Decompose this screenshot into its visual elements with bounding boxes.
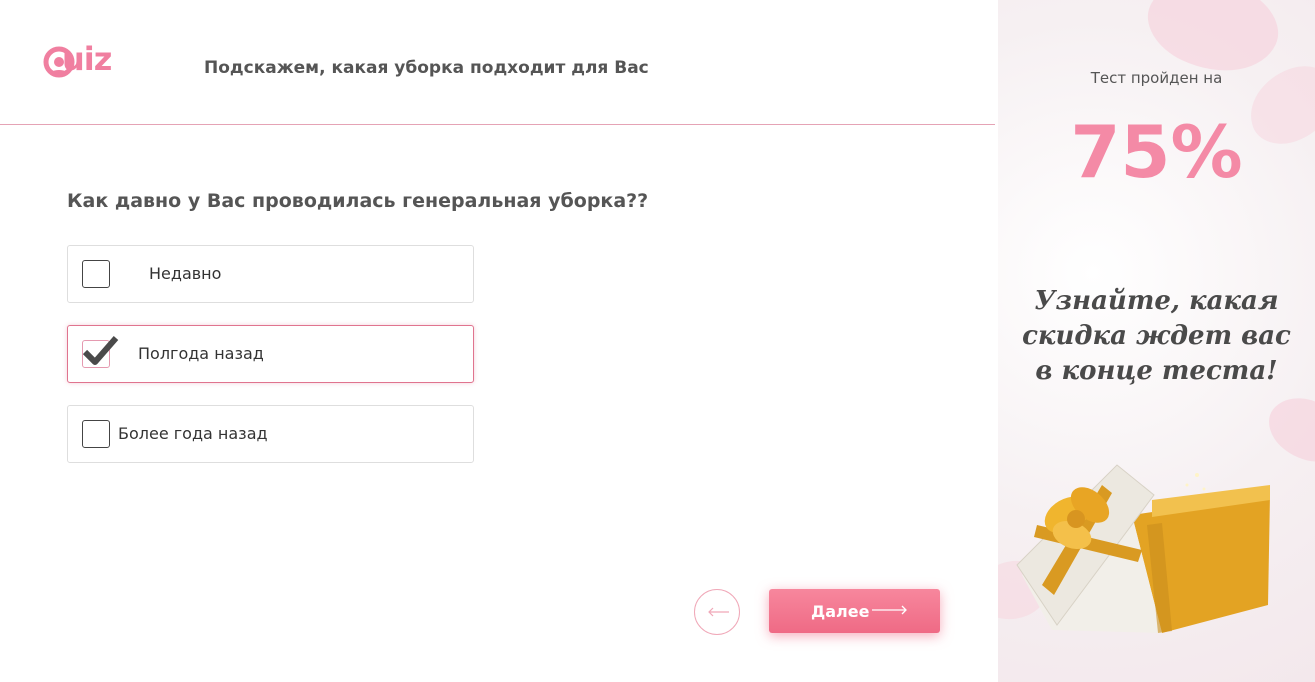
- next-button[interactable]: Далее: [769, 589, 940, 633]
- promo-line: в конце теста!: [1035, 356, 1278, 386]
- progress-label: Тест пройден на: [1090, 69, 1223, 87]
- question-text: Как давно у Вас проводилась генеральная …: [67, 190, 649, 212]
- gift-box-icon: [1016, 464, 1270, 633]
- back-button[interactable]: [694, 589, 740, 635]
- option-checkbox[interactable]: [82, 260, 110, 288]
- page-title: Подскажем, какая уборка подходит для Вас: [204, 58, 649, 78]
- quiz-main-panel: uiz Подскажем, какая уборка подходит для…: [0, 0, 998, 682]
- next-button-label: Далее: [811, 602, 870, 621]
- quiz-logo: uiz: [42, 40, 134, 86]
- option-half-year[interactable]: Полгода назад: [67, 325, 474, 383]
- option-label: Более года назад: [118, 424, 268, 443]
- promo-line: Узнайте, какая: [1034, 286, 1279, 316]
- header-divider: [0, 124, 995, 125]
- option-label: Недавно: [149, 264, 222, 283]
- option-over-year[interactable]: Более года назад: [67, 405, 474, 463]
- checkmark-icon: [82, 336, 119, 365]
- logo-text: uiz: [62, 40, 112, 78]
- promo-line: скидка ждет вас: [1022, 321, 1291, 351]
- option-label: Полгода назад: [138, 344, 264, 363]
- arrow-right-icon: [872, 605, 907, 615]
- arrow-left-icon: [708, 607, 729, 617]
- option-checkbox[interactable]: [82, 420, 110, 448]
- progress-value: 75%: [1070, 110, 1243, 194]
- progress-sidebar: Тест пройден на 75% Узнайте, какая скидк…: [998, 0, 1315, 682]
- option-recently[interactable]: Недавно: [67, 245, 474, 303]
- promo-text: Узнайте, какая скидка ждет вас в конце т…: [998, 284, 1315, 389]
